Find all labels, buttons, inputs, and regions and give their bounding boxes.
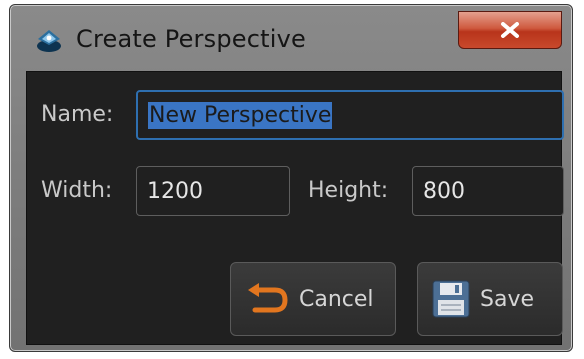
height-input[interactable]	[412, 166, 564, 216]
close-button[interactable]	[458, 11, 562, 49]
width-input[interactable]	[136, 166, 290, 216]
floppy-disk-icon	[432, 280, 470, 318]
app-icon	[34, 27, 64, 53]
name-input[interactable]: New Perspective	[136, 90, 564, 140]
name-input-value: New Perspective	[148, 101, 333, 129]
name-label: Name:	[41, 102, 114, 127]
save-label: Save	[480, 286, 535, 312]
cancel-button[interactable]: Cancel	[230, 262, 396, 336]
dialog-content: Name: New Perspective Width: Height: Can…	[26, 71, 564, 345]
close-icon	[501, 22, 519, 38]
cancel-label: Cancel	[299, 286, 374, 312]
save-button[interactable]: Save	[417, 262, 563, 336]
undo-arrow-icon	[248, 283, 288, 313]
dialog-title: Create Perspective	[76, 25, 306, 53]
create-perspective-dialog: Create Perspective Name: New Perspective…	[9, 4, 573, 352]
width-label: Width:	[41, 178, 113, 203]
height-label: Height:	[308, 178, 389, 203]
title-bar[interactable]: Create Perspective	[10, 5, 572, 61]
